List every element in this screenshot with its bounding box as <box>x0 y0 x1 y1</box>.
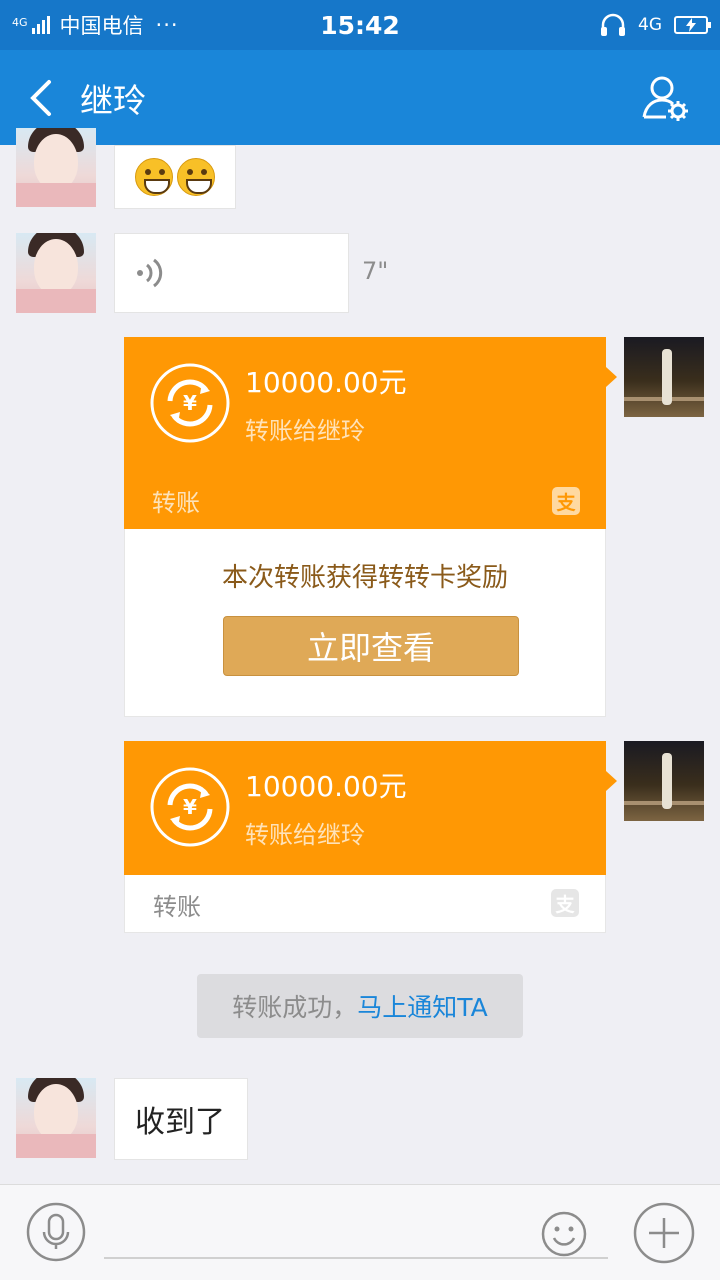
grinning-face-icon <box>177 158 215 196</box>
voice-input-button[interactable] <box>26 1202 86 1262</box>
transfer-label: 转账 <box>152 489 200 517</box>
svg-text:¥: ¥ <box>183 795 197 819</box>
voice-wave-icon <box>137 258 163 288</box>
transfer-amount: 10000.00元 <box>245 366 407 399</box>
message-text: 收到了 <box>135 1105 225 1140</box>
plus-icon <box>633 1202 695 1264</box>
chevron-left-icon <box>30 79 51 116</box>
svg-text:¥: ¥ <box>183 391 197 415</box>
transfer-card-footer: 转账 支 <box>124 875 606 933</box>
my-avatar[interactable] <box>624 741 704 821</box>
transfer-description: 转账给继玲 <box>245 821 365 849</box>
signal-icon: 4G <box>12 16 50 34</box>
notify-ta-link[interactable]: 马上通知TA <box>357 988 487 1024</box>
status-bar: 4G 中国电信 ··· 15:42 4G <box>0 0 720 50</box>
microphone-icon <box>26 1202 86 1262</box>
network-type: 4G <box>638 15 662 35</box>
transfer-yuan-icon: ¥ <box>150 767 230 847</box>
smiley-face-icon <box>541 1211 587 1257</box>
transfer-card[interactable]: ¥ 10000.00元 转账给继玲 转账 支 本次转账获得转转卡奖励 立即查看 <box>124 337 617 717</box>
chat-header: 继玲 <box>0 50 720 145</box>
emoji-message-bubble[interactable] <box>114 145 236 209</box>
charging-battery-icon <box>674 16 711 34</box>
voice-message-bubble[interactable] <box>114 233 349 313</box>
contact-avatar[interactable] <box>16 128 96 207</box>
headset-icon <box>601 13 625 36</box>
carrier-name: 中国电信 <box>59 14 144 38</box>
transfer-label: 转账 <box>153 893 201 921</box>
contact-settings-button[interactable] <box>642 75 690 123</box>
contact-avatar[interactable] <box>16 1078 96 1158</box>
voice-duration: 7" <box>362 257 389 285</box>
more-indicator: ··· <box>155 13 179 37</box>
transfer-success-notice: 转账成功， 马上通知TA <box>197 974 523 1038</box>
reward-text: 本次转账获得转转卡奖励 <box>221 563 508 593</box>
transfer-reward-panel: 本次转账获得转转卡奖励 立即查看 <box>124 529 606 717</box>
notice-text: 转账成功， <box>232 993 358 1022</box>
transfer-amount: 10000.00元 <box>245 770 407 803</box>
signal-tag: 4G <box>12 16 28 29</box>
chat-title: 继玲 <box>80 80 146 120</box>
alipay-icon: 支 <box>552 487 580 515</box>
view-now-button[interactable]: 立即查看 <box>223 616 519 676</box>
emoji-button[interactable] <box>540 1210 588 1258</box>
contact-avatar[interactable] <box>16 233 96 313</box>
message-input[interactable] <box>104 1203 608 1259</box>
transfer-card-header: ¥ 10000.00元 转账给继玲 转账 支 <box>124 337 617 529</box>
transfer-card-header: ¥ 10000.00元 转账给继玲 <box>124 741 617 875</box>
transfer-description: 转账给继玲 <box>245 417 365 445</box>
grinning-face-icon <box>135 158 173 196</box>
my-avatar[interactable] <box>624 337 704 417</box>
text-message-bubble[interactable]: 收到了 <box>114 1078 248 1160</box>
input-bar <box>0 1184 720 1280</box>
transfer-card[interactable]: ¥ 10000.00元 转账给继玲 转账 支 <box>124 741 617 933</box>
transfer-yuan-icon: ¥ <box>150 363 230 443</box>
user-settings-icon <box>642 76 688 121</box>
alipay-icon: 支 <box>551 889 579 917</box>
more-options-button[interactable] <box>633 1202 695 1264</box>
